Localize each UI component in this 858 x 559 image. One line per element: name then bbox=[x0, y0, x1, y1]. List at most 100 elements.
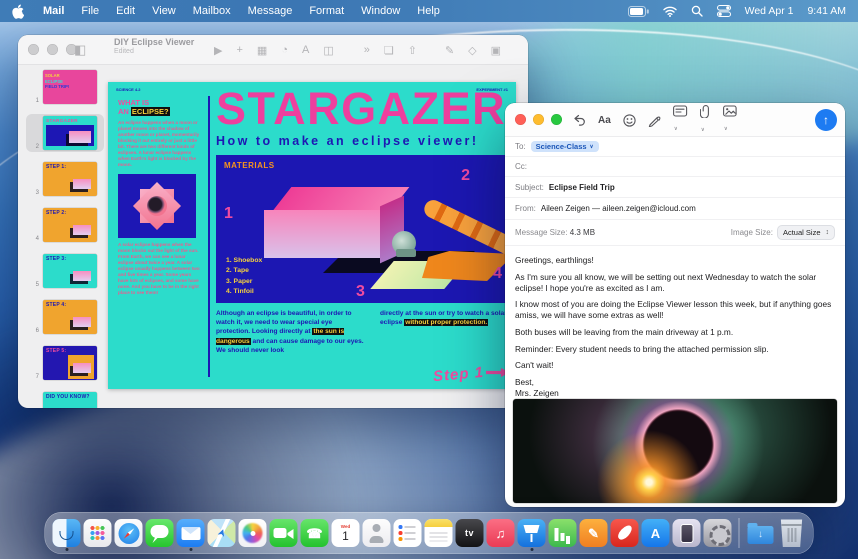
tape-illustration bbox=[392, 231, 416, 255]
dock-photos[interactable] bbox=[239, 519, 267, 547]
message-size-value: 4.3 MB bbox=[570, 228, 595, 237]
slide-thumbnail-7[interactable]: 7 STEP 5: bbox=[26, 344, 104, 382]
undo-icon[interactable] bbox=[573, 114, 586, 126]
tinfoil-roll bbox=[421, 197, 510, 259]
document-icon[interactable]: ▣ bbox=[491, 44, 501, 57]
slide-thumbnail-6[interactable]: 6 STEP 4: bbox=[26, 298, 104, 336]
dock-facetime[interactable] bbox=[270, 519, 298, 547]
slide-thumbnail-8[interactable]: DID YOU KNOW? bbox=[26, 390, 104, 408]
comment-icon[interactable]: ❏ bbox=[384, 44, 394, 57]
mail-toolbar[interactable]: Aa ∨ ∨ ∨ ↑ bbox=[505, 103, 845, 137]
dock-numbers[interactable] bbox=[549, 519, 577, 547]
slide-thumbnail-5[interactable]: 5 STEP 3: bbox=[26, 252, 104, 290]
dock-rocket-app[interactable] bbox=[611, 519, 639, 547]
wifi-icon[interactable] bbox=[663, 6, 677, 17]
spotlight-icon[interactable] bbox=[691, 5, 703, 17]
message-body[interactable]: Greetings, earthlings! As I'm sure you a… bbox=[505, 246, 845, 399]
sidebar-toggle-icon[interactable]: ◧ bbox=[74, 42, 86, 58]
close-button[interactable] bbox=[515, 114, 526, 125]
dock-keynote[interactable] bbox=[518, 519, 546, 547]
dock-launchpad[interactable] bbox=[84, 519, 112, 547]
dock-safari[interactable] bbox=[115, 519, 143, 547]
dock-calendar[interactable]: Wed1 bbox=[332, 519, 360, 547]
minimize-button[interactable] bbox=[47, 44, 58, 55]
dock-contacts[interactable] bbox=[363, 519, 391, 547]
text-box-icon[interactable]: A bbox=[302, 44, 309, 56]
from-field[interactable]: From: Aileen Zeigen — aileen.zeigen@iclo… bbox=[505, 198, 845, 220]
minimize-button[interactable] bbox=[533, 114, 544, 125]
slide-thumbnail-1[interactable]: 1 SOLAR ECLIPSE FIELD TRIP! bbox=[26, 68, 104, 106]
dock-music[interactable]: ♫ bbox=[487, 519, 515, 547]
keynote-window: ◧ DIY Eclipse Viewer Edited ▶ + ▦ ◔ A ◫ … bbox=[18, 35, 528, 408]
dock-tv[interactable]: tv bbox=[456, 519, 484, 547]
menu-format[interactable]: Format bbox=[309, 5, 344, 17]
dock-maps[interactable] bbox=[208, 519, 236, 547]
zoom-button[interactable] bbox=[551, 114, 562, 125]
emoji-icon[interactable] bbox=[623, 114, 636, 127]
thumb-text: FIELD TRIP! bbox=[45, 84, 95, 90]
menu-view[interactable]: View bbox=[152, 5, 176, 17]
table-icon[interactable]: ▦ bbox=[257, 44, 267, 57]
share-icon[interactable]: ⇧ bbox=[408, 44, 417, 57]
dock-system-settings[interactable] bbox=[704, 519, 732, 547]
dock-notes[interactable] bbox=[425, 519, 453, 547]
slide-number: 3 bbox=[28, 190, 39, 196]
close-button[interactable] bbox=[28, 44, 39, 55]
dock-reminders[interactable] bbox=[394, 519, 422, 547]
menu-mail[interactable]: Mail bbox=[43, 5, 64, 17]
menu-file[interactable]: File bbox=[81, 5, 99, 17]
menu-window[interactable]: Window bbox=[361, 5, 400, 17]
dock-mail[interactable] bbox=[177, 519, 205, 547]
thumb-text: STEP 4: bbox=[46, 302, 66, 308]
menu-edit[interactable]: Edit bbox=[116, 5, 135, 17]
send-button[interactable]: ↑ bbox=[815, 109, 837, 131]
slide-canvas[interactable]: SCIENCE 4.2 EXPERIMENT #1 WHAT IS AN ECL… bbox=[108, 82, 516, 389]
subject-field[interactable]: Subject: Eclipse Field Trip bbox=[505, 177, 845, 198]
apple-menu-icon[interactable] bbox=[12, 4, 24, 18]
battery-icon[interactable] bbox=[628, 6, 649, 17]
dock-iphone-mirroring[interactable] bbox=[673, 519, 701, 547]
play-icon[interactable]: ▶ bbox=[214, 44, 222, 57]
media-icon[interactable]: ◫ bbox=[323, 44, 333, 57]
dock: ☎ Wed1 tv ♫ ✎ A ↓ bbox=[45, 512, 814, 554]
slide-thumbnail-3[interactable]: 3 STEP 1: bbox=[26, 160, 104, 198]
markup-icon[interactable] bbox=[648, 114, 661, 127]
chart-icon[interactable]: ◔ bbox=[281, 44, 288, 56]
dock-messages[interactable] bbox=[146, 519, 174, 547]
dock-trash[interactable] bbox=[778, 519, 806, 547]
slide-thumbnail-4[interactable]: 4 STEP 2: bbox=[26, 206, 104, 244]
body-signoff: Best, bbox=[515, 377, 835, 388]
menubar-time[interactable]: 9:41 AM bbox=[807, 5, 846, 17]
dock-phone[interactable]: ☎ bbox=[301, 519, 329, 547]
body-paragraph: I know most of you are doing the Eclipse… bbox=[515, 299, 835, 321]
dock-finder[interactable] bbox=[53, 519, 81, 547]
dock-app-store[interactable]: A bbox=[642, 519, 670, 547]
slide-heading-highlight: ECLIPSE? bbox=[131, 107, 170, 116]
dock-downloads[interactable]: ↓ bbox=[747, 519, 775, 547]
slide-number: 6 bbox=[28, 328, 39, 334]
recipient-token[interactable]: Science-Class∨ bbox=[531, 141, 599, 152]
dock-pages[interactable]: ✎ bbox=[580, 519, 608, 547]
menu-mailbox[interactable]: Mailbox bbox=[193, 5, 231, 17]
keynote-titlebar[interactable]: ◧ DIY Eclipse Viewer Edited ▶ + ▦ ◔ A ◫ … bbox=[18, 35, 528, 65]
format-icon[interactable]: ✎ bbox=[445, 44, 454, 57]
header-fields-icon[interactable]: ∨ bbox=[673, 105, 688, 135]
format-text-icon[interactable]: Aa bbox=[598, 115, 611, 126]
control-center-icon[interactable] bbox=[717, 5, 731, 17]
cc-field[interactable]: Cc: bbox=[505, 157, 845, 177]
size-row: Message Size: 4.3 MB Image Size: Actual … bbox=[505, 220, 845, 246]
menubar-date[interactable]: Wed Apr 1 bbox=[745, 5, 794, 17]
slide-thumbnail-2-selected[interactable]: 2 STARGAZER bbox=[26, 114, 104, 152]
more-tools-icon[interactable]: » bbox=[364, 44, 370, 56]
animate-icon[interactable]: ◇ bbox=[468, 44, 476, 57]
to-field[interactable]: To: Science-Class∨ bbox=[505, 137, 845, 157]
menu-message[interactable]: Message bbox=[248, 5, 293, 17]
photo-browser-icon[interactable]: ∨ bbox=[723, 105, 737, 135]
menu-help[interactable]: Help bbox=[417, 5, 440, 17]
thumb-text: STEP 2: bbox=[46, 210, 66, 216]
add-slide-icon[interactable]: + bbox=[236, 44, 242, 56]
eclipse-photo-attachment[interactable] bbox=[513, 399, 837, 503]
keynote-content: 1 SOLAR ECLIPSE FIELD TRIP! 2 STARGAZER bbox=[18, 66, 528, 408]
image-size-select[interactable]: Actual Size↕ bbox=[777, 225, 835, 240]
attachment-icon[interactable]: ∨ bbox=[700, 105, 711, 136]
